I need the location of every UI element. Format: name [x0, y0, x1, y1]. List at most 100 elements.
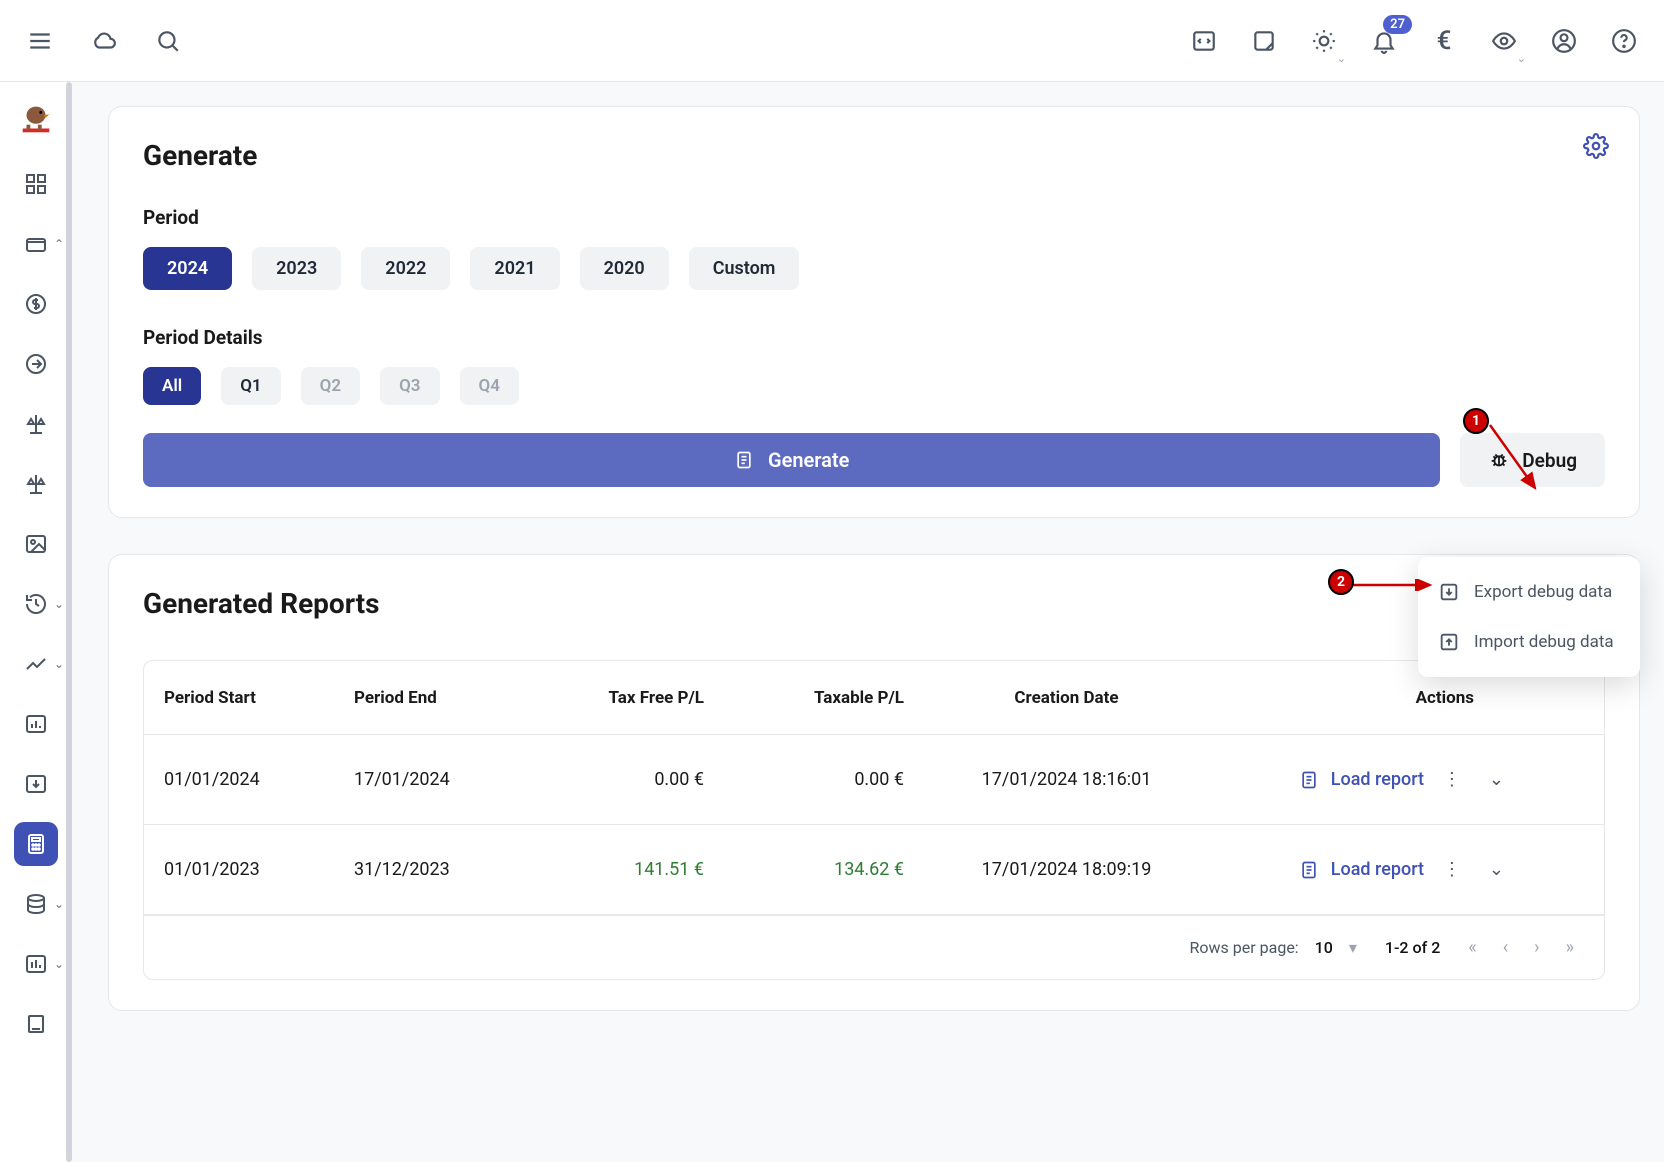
action-row: Generate Debug [143, 433, 1605, 487]
theme-button[interactable]: ⌄ [1308, 25, 1340, 57]
code-button[interactable] [1188, 25, 1220, 57]
load-report-link[interactable]: Load report [1209, 769, 1444, 790]
dropdown-icon[interactable]: ▾ [1349, 938, 1357, 957]
next-page-button[interactable]: › [1534, 937, 1539, 958]
load-report-link[interactable]: Load report [1209, 859, 1444, 880]
table-header: Period Start Period End Tax Free P/L Tax… [144, 661, 1604, 735]
period-chip-2023[interactable]: 2023 [252, 247, 341, 290]
sidebar: ⌃ ⌄ ⌄ ⌄ ⌄ [0, 82, 72, 1162]
table-row: 01/01/2023 31/12/2023 141.51 € 134.62 € … [144, 825, 1604, 915]
menu-button[interactable] [24, 25, 56, 57]
load-report-label: Load report [1331, 859, 1424, 880]
col-taxfree: Tax Free P/L [534, 688, 724, 708]
detail-chip-q1[interactable]: Q1 [221, 367, 280, 405]
rows-per-page-value[interactable]: 10 [1315, 938, 1333, 957]
document-icon [1299, 770, 1319, 790]
export-icon [1438, 581, 1460, 603]
cell-taxable: 134.62 € [724, 859, 924, 880]
import-icon [1438, 631, 1460, 653]
notifications-button[interactable]: 27 [1368, 25, 1400, 57]
prev-page-button[interactable]: ‹ [1503, 937, 1508, 958]
sidebar-balance-1[interactable] [14, 402, 58, 446]
table-row: 01/01/2024 17/01/2024 0.00 € 0.00 € 17/0… [144, 735, 1604, 825]
cloud-button[interactable] [88, 25, 120, 57]
period-chip-custom[interactable]: Custom [689, 247, 800, 290]
sidebar-bar-chart[interactable] [14, 702, 58, 746]
chevron-down-icon: ⌄ [1337, 52, 1346, 65]
sidebar-wallet[interactable]: ⌃ [14, 222, 58, 266]
sidebar-download[interactable] [14, 762, 58, 806]
sidebar-book[interactable] [14, 1002, 58, 1046]
expand-row-button[interactable]: ⌄ [1489, 769, 1504, 790]
search-button[interactable] [152, 25, 184, 57]
row-actions: ⋮ ⌄ [1444, 859, 1534, 880]
generate-button[interactable]: Generate [143, 433, 1440, 487]
sidebar-coins[interactable] [14, 282, 58, 326]
import-debug-item[interactable]: Import debug data [1418, 617, 1640, 667]
cell-period-start: 01/01/2023 [144, 859, 334, 880]
detail-chip-q2: Q2 [301, 367, 360, 405]
layout: ⌃ ⌄ ⌄ ⌄ ⌄ Generate Period 2024 2023 2022… [0, 82, 1664, 1162]
sidebar-history[interactable]: ⌄ [14, 582, 58, 626]
visibility-button[interactable]: ⌄ [1488, 25, 1520, 57]
generate-button-label: Generate [768, 448, 849, 472]
sidebar-analytics[interactable]: ⌄ [14, 642, 58, 686]
sidebar-balance-2[interactable] [14, 462, 58, 506]
settings-button[interactable] [1583, 133, 1609, 163]
sidebar-stats[interactable]: ⌄ [14, 942, 58, 986]
detail-chip-all[interactable]: All [143, 367, 201, 405]
reports-table: Period Start Period End Tax Free P/L Tax… [143, 660, 1605, 980]
sidebar-database[interactable]: ⌄ [14, 882, 58, 926]
help-button[interactable] [1608, 25, 1640, 57]
notification-badge: 27 [1383, 15, 1412, 34]
period-chip-2021[interactable]: 2021 [470, 247, 559, 290]
topbar-left [24, 25, 184, 57]
import-debug-label: Import debug data [1474, 632, 1614, 652]
sidebar-calculator[interactable] [14, 822, 58, 866]
document-icon [1299, 860, 1319, 880]
generate-title: Generate [143, 139, 1605, 172]
sidebar-image[interactable] [14, 522, 58, 566]
period-chip-2022[interactable]: 2022 [361, 247, 450, 290]
account-button[interactable] [1548, 25, 1580, 57]
note-button[interactable] [1248, 25, 1280, 57]
last-page-button[interactable]: » [1566, 937, 1574, 958]
expand-row-button[interactable]: ⌄ [1489, 859, 1504, 880]
annotation-marker-1: 1 [1463, 408, 1489, 434]
topbar-right: ⌄ 27 € ⌄ [1188, 25, 1640, 57]
chevron-down-icon: ⌄ [54, 657, 64, 671]
cell-creation: 17/01/2024 18:09:19 [924, 859, 1209, 880]
export-debug-label: Export debug data [1474, 582, 1612, 602]
period-chip-2024[interactable]: 2024 [143, 247, 232, 290]
cell-creation: 17/01/2024 18:16:01 [924, 769, 1209, 790]
col-period-start: Period Start [144, 688, 334, 708]
detail-chip-q3: Q3 [380, 367, 439, 405]
period-details-label: Period Details [143, 326, 1605, 349]
pagination-nav: « ‹ › » [1468, 937, 1574, 958]
chevron-up-icon: ⌃ [54, 237, 64, 251]
currency-button[interactable]: € [1428, 25, 1460, 57]
period-chips: 2024 2023 2022 2021 2020 Custom [143, 247, 1605, 290]
cell-taxfree: 141.51 € [534, 859, 724, 880]
load-report-label: Load report [1331, 769, 1424, 790]
cell-taxable: 0.00 € [724, 769, 924, 790]
annotation-marker-2: 2 [1328, 569, 1354, 595]
sidebar-dashboard[interactable] [14, 162, 58, 206]
first-page-button[interactable]: « [1468, 937, 1476, 958]
debug-dropdown: Export debug data Import debug data [1418, 557, 1640, 677]
period-chip-2020[interactable]: 2020 [580, 247, 669, 290]
chevron-down-icon: ⌄ [54, 957, 64, 971]
chevron-down-icon: ⌄ [54, 897, 64, 911]
more-menu-button[interactable]: ⋮ [1443, 859, 1461, 880]
cell-period-end: 31/12/2023 [334, 859, 534, 880]
chevron-down-icon: ⌄ [1517, 52, 1526, 65]
sidebar-transfer[interactable] [14, 342, 58, 386]
row-actions: ⋮ ⌄ [1444, 769, 1534, 790]
export-debug-item[interactable]: Export debug data [1418, 567, 1640, 617]
cell-taxfree: 0.00 € [534, 769, 724, 790]
col-creation: Creation Date [924, 688, 1209, 708]
period-label: Period [143, 206, 1605, 229]
more-menu-button[interactable]: ⋮ [1443, 769, 1461, 790]
reports-card: Generated Reports Period Start Period En… [108, 554, 1640, 1011]
reports-title: Generated Reports [143, 587, 1605, 620]
